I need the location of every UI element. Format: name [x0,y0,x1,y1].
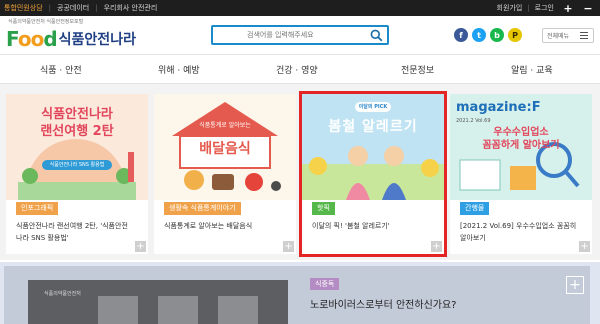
all-menu-label: 전체메뉴 [547,33,570,40]
main-nav: 식품 · 안전 위해 · 예방 건강 · 영양 전문정보 알림 · 교육 [0,54,600,84]
utility-link-opendata[interactable]: 공공데이터 [57,3,89,13]
sns-links: f t b P [454,28,526,42]
nav-item-expert[interactable]: 전문정보 [401,63,434,76]
logo-name: 식품안전나라 [58,32,136,48]
card-thumbnail-subtitle: 식품안전나라 SNS 활용법 [49,162,105,168]
card-title[interactable]: [2021.2 Vol.69] 우수수입업소 꼼꼼히 알아보기 [460,220,578,244]
plus-icon[interactable]: + [431,241,442,252]
feature-banner[interactable]: 식품의약품안전처 식중독 노로바이러스로부터 안전하신가요? + [4,266,590,324]
logo-word: Food [6,27,58,51]
card-thumbnail-title: 봄철 알레르기 [328,119,418,135]
content-card[interactable]: magazine:F 2021.2 Vol.69 우수수입업소 꼼꼼하게 알아보… [450,94,592,254]
card-thumbnail: 식품통계로 알아보는 배달음식 [154,94,296,200]
card-thumbnail: 식품안전나라 랜선여행 2탄 식품안전나라 SNS 활용법 [6,94,148,200]
card-tag: 생활속 식품통계이야기 [164,202,241,215]
plus-icon[interactable]: + [566,276,584,294]
search-input[interactable] [247,31,387,39]
card-thumbnail-badge: 이달의 PICK [355,102,391,112]
login-link[interactable]: 로그인 [535,3,554,13]
site-logo[interactable]: 식품의약품안전처 식품안전정보포털 Food 식품안전나라 [6,19,136,51]
card-thumbnail-subtitle: 식품통계로 알아보는 [199,122,251,129]
feature-image-label: 식품의약품안전처 [44,291,81,297]
zoom-in-icon[interactable]: + [560,0,576,16]
content-card-selected[interactable]: 이달의 PICK 봄철 알레르기 핫픽 이달의 픽! '봄철 알레르기' + [299,91,447,257]
card-thumbnail-title: 식품안전나라 랜선여행 2탄 [40,107,114,139]
signup-link[interactable]: 회원가입 [497,3,523,13]
card-thumbnail: magazine:F 2021.2 Vol.69 우수수입업소 꼼꼼하게 알아보… [450,94,592,200]
search-box [211,25,389,45]
card-tag: 핫픽 [312,202,335,215]
search-icon[interactable] [370,29,383,42]
card-thumbnail-title: magazine:F [456,100,541,115]
utility-link-civil[interactable]: 통합민원상담 [4,3,43,13]
card-title[interactable]: 이달의 픽! '봄철 알레르기' [312,220,430,232]
feature-tag: 식중독 [310,278,340,290]
card-thumbnail-title: 배달음식 [199,141,251,157]
card-thumbnail-subtitle: 2021.2 Vol.69 [456,118,491,124]
all-menu-button[interactable]: 전체메뉴 [542,28,594,43]
logo-subtitle: 식품의약품안전처 식품안전정보포털 [8,19,84,25]
card-title[interactable]: 식품통계로 알아보는 배달음식 [164,220,282,232]
plus-icon[interactable]: + [135,241,146,252]
nav-item-food-safety[interactable]: 식품 · 안전 [40,63,82,76]
feature-image: 식품의약품안전처 [28,280,288,324]
card-title[interactable]: 식품안전나라 랜선여행 2탄, '식품안전나라 SNS 활용법' [16,220,134,244]
utility-link-safety[interactable]: 우리회사 안전관리 [104,3,158,13]
twitter-icon[interactable]: t [472,28,486,42]
nav-item-news[interactable]: 알림 · 교육 [511,63,553,76]
naver-icon[interactable]: b [490,28,504,42]
nav-item-hazard[interactable]: 위해 · 예방 [158,63,200,76]
kakao-icon[interactable]: P [508,28,522,42]
utility-bar: 통합민원상담 | 공공데이터 | 우리회사 안전관리 회원가입 | 로그인 + … [0,0,600,16]
plus-icon[interactable]: + [283,241,294,252]
plus-icon[interactable]: + [579,241,590,252]
card-thumbnail-headline: 우수수입업소 꼼꼼하게 알아보기 [482,127,560,151]
content-card[interactable]: 식품통계로 알아보는 배달음식 생활속 식품통계이야기 식품통계로 알아보는 배… [154,94,296,254]
card-tag: 인포그래픽 [16,202,59,215]
feature-title[interactable]: 노로바이러스로부터 안전하신가요? [310,296,457,311]
card-tag: 간행물 [460,202,490,215]
nav-item-health[interactable]: 건강 · 영양 [276,63,318,76]
zoom-out-icon[interactable]: − [580,0,596,16]
menu-icon [580,32,588,41]
content-card[interactable]: 식품안전나라 랜선여행 2탄 식품안전나라 SNS 활용법 인포그래픽 식품안전… [6,94,148,254]
card-thumbnail: 이달의 PICK 봄철 알레르기 [302,94,444,200]
facebook-icon[interactable]: f [454,28,468,42]
